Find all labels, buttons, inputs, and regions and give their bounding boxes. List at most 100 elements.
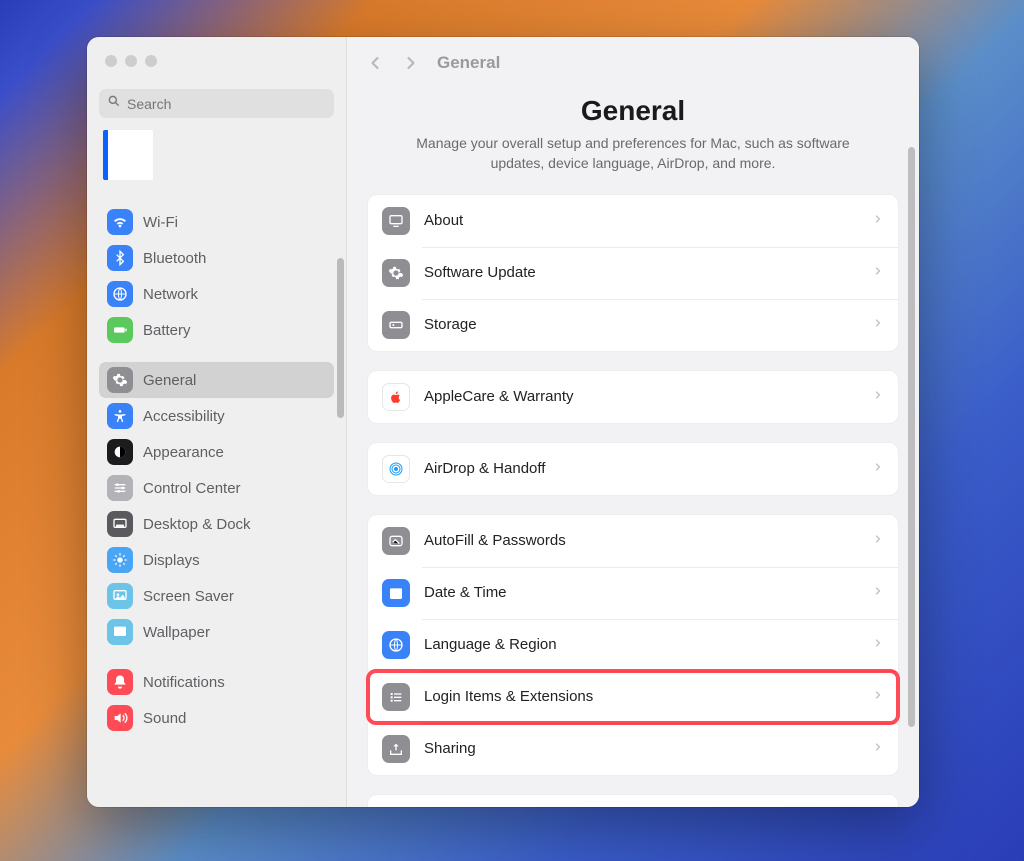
sidebar-item-label: Appearance bbox=[143, 444, 224, 461]
dock-icon bbox=[107, 511, 133, 537]
settings-row-date-time[interactable]: Date & Time bbox=[368, 567, 898, 619]
toolbar: General bbox=[347, 37, 919, 89]
search-icon bbox=[107, 94, 121, 113]
sidebar-item-label: Battery bbox=[143, 322, 191, 339]
sidebar-item-notifications[interactable]: Notifications bbox=[99, 664, 334, 700]
main-panel: General General Manage your overall setu… bbox=[347, 37, 919, 807]
settings-row-label: Software Update bbox=[424, 264, 858, 281]
storage-icon bbox=[382, 311, 410, 339]
sidebar-item-desktop-dock[interactable]: Desktop & Dock bbox=[99, 506, 334, 542]
sidebar-item-label: General bbox=[143, 372, 196, 389]
minimize-window-button[interactable] bbox=[125, 55, 137, 67]
main-scrollbar[interactable] bbox=[908, 147, 915, 727]
settings-row-language-region[interactable]: Language & Region bbox=[368, 619, 898, 671]
wifi-icon bbox=[107, 209, 133, 235]
settings-row-startup-disk[interactable]: Startup Disk bbox=[368, 795, 898, 807]
sidebar-item-label: Control Center bbox=[143, 480, 241, 497]
globe-icon bbox=[107, 281, 133, 307]
a11y-icon bbox=[107, 403, 133, 429]
chevron-right-icon bbox=[872, 688, 884, 706]
settings-row-sharing[interactable]: Sharing bbox=[368, 723, 898, 775]
sidebar-item-screen-saver[interactable]: Screen Saver bbox=[99, 578, 334, 614]
system-settings-window: Wi-Fi Bluetooth Network Battery General Acces… bbox=[87, 37, 919, 807]
gear-icon bbox=[382, 259, 410, 287]
avatar bbox=[103, 130, 153, 180]
settings-row-login-items-extensions[interactable]: Login Items & Extensions bbox=[368, 671, 898, 723]
sidebar-item-label: Notifications bbox=[143, 674, 225, 691]
share-icon bbox=[382, 735, 410, 763]
page-title: General bbox=[395, 95, 871, 127]
sidebar-item-label: Wi-Fi bbox=[143, 214, 178, 231]
settings-row-applecare-warranty[interactable]: AppleCare & Warranty bbox=[368, 371, 898, 423]
settings-row-label: AppleCare & Warranty bbox=[424, 388, 858, 405]
sidebar-item-label: Desktop & Dock bbox=[143, 516, 251, 533]
search-box[interactable] bbox=[99, 89, 334, 118]
chevron-right-icon bbox=[872, 264, 884, 282]
sidebar-item-general[interactable]: General bbox=[99, 362, 334, 398]
sidebar-item-label: Sound bbox=[143, 710, 186, 727]
sliders-icon bbox=[107, 475, 133, 501]
screensaver-icon bbox=[107, 583, 133, 609]
sidebar: Wi-Fi Bluetooth Network Battery General Acces… bbox=[87, 37, 347, 807]
settings-row-storage[interactable]: Storage bbox=[368, 299, 898, 351]
close-window-button[interactable] bbox=[105, 55, 117, 67]
screen-icon bbox=[382, 207, 410, 235]
sidebar-item-accessibility[interactable]: Accessibility bbox=[99, 398, 334, 434]
sidebar-item-label: Network bbox=[143, 286, 198, 303]
chevron-right-icon bbox=[872, 532, 884, 550]
search-input[interactable] bbox=[127, 96, 326, 112]
gear-icon bbox=[107, 367, 133, 393]
toolbar-title: General bbox=[437, 53, 500, 73]
settings-row-autofill-passwords[interactable]: AutoFill & Passwords bbox=[368, 515, 898, 567]
sidebar-item-label: Screen Saver bbox=[143, 588, 234, 605]
sidebar-item-label: Displays bbox=[143, 552, 200, 569]
sidebar-item-battery[interactable]: Battery bbox=[99, 312, 334, 348]
sidebar-item-bluetooth[interactable]: Bluetooth bbox=[99, 240, 334, 276]
forward-button[interactable] bbox=[401, 53, 421, 73]
settings-row-about[interactable]: About bbox=[368, 195, 898, 247]
list-icon bbox=[382, 683, 410, 711]
sidebar-scrollbar[interactable] bbox=[337, 258, 344, 418]
sidebar-item-control-center[interactable]: Control Center bbox=[99, 470, 334, 506]
settings-row-airdrop-handoff[interactable]: AirDrop & Handoff bbox=[368, 443, 898, 495]
chevron-right-icon bbox=[872, 316, 884, 334]
sidebar-item-label: Accessibility bbox=[143, 408, 225, 425]
sound-icon bbox=[107, 705, 133, 731]
key-icon bbox=[382, 527, 410, 555]
sidebar-item-wi-fi[interactable]: Wi-Fi bbox=[99, 204, 334, 240]
battery-icon bbox=[107, 317, 133, 343]
page-subtitle: Manage your overall setup and preference… bbox=[395, 133, 871, 174]
sidebar-item-wallpaper[interactable]: Wallpaper bbox=[99, 614, 334, 650]
chevron-right-icon bbox=[872, 212, 884, 230]
window-controls bbox=[87, 37, 346, 81]
chevron-right-icon bbox=[872, 584, 884, 602]
globe-icon bbox=[382, 631, 410, 659]
settings-row-label: Date & Time bbox=[424, 584, 858, 601]
sidebar-item-label: Bluetooth bbox=[143, 250, 206, 267]
airdrop-icon bbox=[382, 455, 410, 483]
bluetooth-icon bbox=[107, 245, 133, 271]
back-button[interactable] bbox=[365, 53, 385, 73]
sidebar-item-label: Wallpaper bbox=[143, 624, 210, 641]
settings-row-label: Sharing bbox=[424, 740, 858, 757]
sun-icon bbox=[107, 547, 133, 573]
sidebar-item-network[interactable]: Network bbox=[99, 276, 334, 312]
settings-row-label: AutoFill & Passwords bbox=[424, 532, 858, 549]
sidebar-item-sound[interactable]: Sound bbox=[99, 700, 334, 736]
settings-row-software-update[interactable]: Software Update bbox=[368, 247, 898, 299]
bell-icon bbox=[107, 669, 133, 695]
chevron-right-icon bbox=[872, 460, 884, 478]
chevron-right-icon bbox=[872, 636, 884, 654]
calendar-icon bbox=[382, 579, 410, 607]
apple-icon bbox=[382, 383, 410, 411]
fullscreen-window-button[interactable] bbox=[145, 55, 157, 67]
settings-row-label: Language & Region bbox=[424, 636, 858, 653]
sidebar-item-appearance[interactable]: Appearance bbox=[99, 434, 334, 470]
settings-row-label: Login Items & Extensions bbox=[424, 688, 858, 705]
sidebar-item-displays[interactable]: Displays bbox=[99, 542, 334, 578]
settings-row-label: Storage bbox=[424, 316, 858, 333]
settings-row-label: AirDrop & Handoff bbox=[424, 460, 858, 477]
chevron-right-icon bbox=[872, 388, 884, 406]
apple-id-row[interactable] bbox=[99, 128, 334, 192]
appearance-icon bbox=[107, 439, 133, 465]
